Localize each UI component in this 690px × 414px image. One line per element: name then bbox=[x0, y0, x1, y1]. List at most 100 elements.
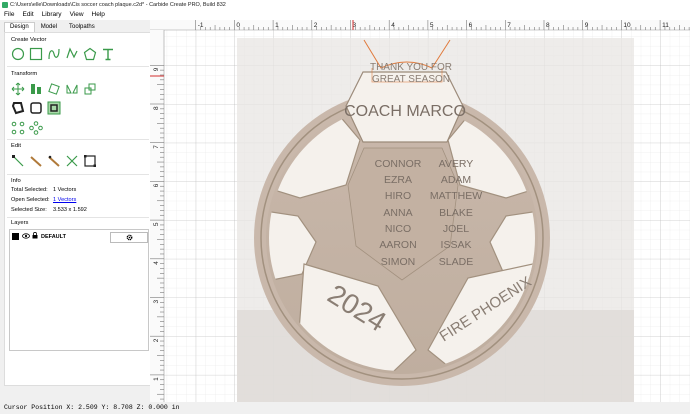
ruler-label: 8 bbox=[546, 22, 550, 29]
move-icon[interactable] bbox=[11, 82, 25, 96]
eye-icon[interactable] bbox=[22, 232, 30, 241]
horizontal-ruler: -1 0 1 2 3 4 5 6 7 8 9 10 11 bbox=[150, 20, 690, 31]
design-canvas[interactable]: THANK YOU FOR GREAT SEASON COACH MARCO C… bbox=[150, 20, 690, 404]
transform-tools-row1 bbox=[11, 82, 97, 96]
player-name: HIRO bbox=[385, 190, 411, 202]
boolean-icon[interactable] bbox=[47, 101, 61, 115]
info-total-selected-value: 1 Vectors bbox=[53, 187, 77, 193]
ruler-label: 7 bbox=[507, 22, 511, 29]
info-total-selected: Total Selected: 1 Vectors bbox=[11, 187, 76, 193]
ruler-label: 6 bbox=[469, 22, 473, 29]
bounding-box-icon[interactable] bbox=[83, 154, 97, 168]
app-icon bbox=[2, 1, 8, 8]
layers-list: DEFAULT bbox=[9, 229, 149, 351]
gear-icon bbox=[126, 234, 132, 241]
player-name: SLADE bbox=[439, 256, 473, 268]
rotate-icon[interactable] bbox=[47, 82, 61, 96]
player-name: ISSAK bbox=[441, 239, 472, 251]
player-name: BLAKE bbox=[439, 207, 473, 219]
menu-file[interactable]: File bbox=[4, 11, 14, 18]
circular-array-icon[interactable] bbox=[29, 121, 43, 135]
info-open-selected-link[interactable]: 1 Vectors bbox=[53, 197, 76, 203]
create-vector-tools bbox=[11, 47, 115, 61]
info-selected-size-label: Selected Size: bbox=[11, 207, 47, 213]
info-selected-size-value: 3.533 x 1.592 bbox=[53, 207, 87, 213]
status-bar: Cursor Position X: 2.509 Y: 8.708 Z: 0.0… bbox=[0, 402, 690, 414]
player-name: ADAM bbox=[441, 174, 471, 186]
polyline-tool-icon[interactable] bbox=[65, 47, 79, 61]
divider bbox=[7, 139, 149, 140]
info-open-selected: Open Selected: 1 Vectors bbox=[11, 197, 76, 203]
ruler-label: -1 bbox=[198, 22, 204, 29]
info-heading: Info bbox=[11, 178, 21, 184]
ruler-label: 1 bbox=[275, 22, 279, 29]
tab-model[interactable]: Model bbox=[35, 22, 63, 32]
tab-toolpaths[interactable]: Toolpaths bbox=[63, 22, 101, 32]
ruler-label: 2 bbox=[314, 22, 318, 29]
ruler-label: 5 bbox=[430, 22, 434, 29]
ruler-label: 4 bbox=[153, 261, 160, 265]
player-name: SIMON bbox=[381, 256, 415, 268]
cut-icon[interactable] bbox=[65, 154, 79, 168]
divider bbox=[7, 217, 149, 218]
circle-tool-icon[interactable] bbox=[11, 47, 25, 61]
ruler-label: 0 bbox=[236, 22, 240, 29]
info-total-selected-label: Total Selected: bbox=[11, 187, 48, 193]
info-selected-size: Selected Size: 3.533 x 1.592 bbox=[11, 207, 87, 213]
node-edit-icon[interactable] bbox=[11, 154, 25, 168]
lock-icon[interactable] bbox=[32, 231, 38, 241]
tab-design[interactable]: Design bbox=[4, 22, 35, 32]
curve-tool-icon[interactable] bbox=[47, 47, 61, 61]
plaque-photo bbox=[237, 38, 634, 404]
player-name: AARON bbox=[379, 239, 416, 251]
layer-row[interactable]: DEFAULT bbox=[12, 231, 148, 243]
array-icon[interactable] bbox=[11, 121, 25, 135]
polygon-tool-icon[interactable] bbox=[83, 47, 97, 61]
layers-heading: Layers bbox=[11, 220, 29, 226]
window-title: C:\Users\elle\Downloads\Cis soccer coach… bbox=[10, 1, 226, 8]
rectangle-tool-icon[interactable] bbox=[29, 47, 43, 61]
layer-color-swatch[interactable] bbox=[12, 233, 19, 240]
offset-icon[interactable] bbox=[11, 101, 25, 115]
ruler-label: 2 bbox=[153, 338, 160, 342]
player-name: NICO bbox=[385, 223, 411, 235]
ruler-label: 4 bbox=[391, 22, 395, 29]
ruler-label: 10 bbox=[623, 22, 631, 29]
divider bbox=[7, 66, 149, 67]
player-name: EZRA bbox=[384, 174, 412, 186]
layer-settings-button[interactable] bbox=[110, 232, 148, 243]
knife-icon[interactable] bbox=[29, 154, 43, 168]
mode-tabs: Design Model Toolpaths bbox=[4, 22, 101, 32]
trim-icon[interactable] bbox=[47, 154, 61, 168]
ruler-label: 8 bbox=[153, 106, 160, 110]
ruler-label: 5 bbox=[153, 222, 160, 226]
banner-line-2: GREAT SEASON bbox=[372, 74, 450, 85]
ruler-label: 7 bbox=[153, 145, 160, 149]
ruler-label: 6 bbox=[153, 183, 160, 187]
transform-tools-row2 bbox=[11, 101, 61, 115]
transform-heading: Transform bbox=[11, 71, 38, 77]
ruler-label: 9 bbox=[153, 67, 160, 71]
player-name: JOEL bbox=[443, 223, 469, 235]
vertical-ruler: 9 8 7 6 5 4 3 2 1 bbox=[150, 30, 165, 404]
player-name: MATTHEW bbox=[430, 190, 482, 202]
ruler-label: 3 bbox=[153, 300, 160, 304]
align-icon[interactable] bbox=[29, 82, 43, 96]
menu-library[interactable]: Library bbox=[42, 11, 62, 18]
menu-help[interactable]: Help bbox=[92, 11, 105, 18]
fillet-icon[interactable] bbox=[29, 101, 43, 115]
layer-name: DEFAULT bbox=[41, 233, 66, 240]
mirror-icon[interactable] bbox=[65, 82, 79, 96]
transform-tools-row3 bbox=[11, 121, 43, 135]
banner-line-1: THANK YOU FOR bbox=[370, 62, 452, 73]
menu-view[interactable]: View bbox=[70, 11, 84, 18]
divider bbox=[7, 174, 149, 175]
player-name: ANNA bbox=[383, 207, 412, 219]
text-tool-icon[interactable] bbox=[101, 47, 115, 61]
coach-name: COACH MARCO bbox=[344, 103, 466, 120]
menu-edit[interactable]: Edit bbox=[22, 11, 33, 18]
player-name: CONNOR bbox=[375, 158, 422, 170]
scale-icon[interactable] bbox=[83, 82, 97, 96]
create-vector-heading: Create Vector bbox=[11, 37, 47, 43]
menu-bar: File Edit Library View Help bbox=[0, 9, 690, 20]
